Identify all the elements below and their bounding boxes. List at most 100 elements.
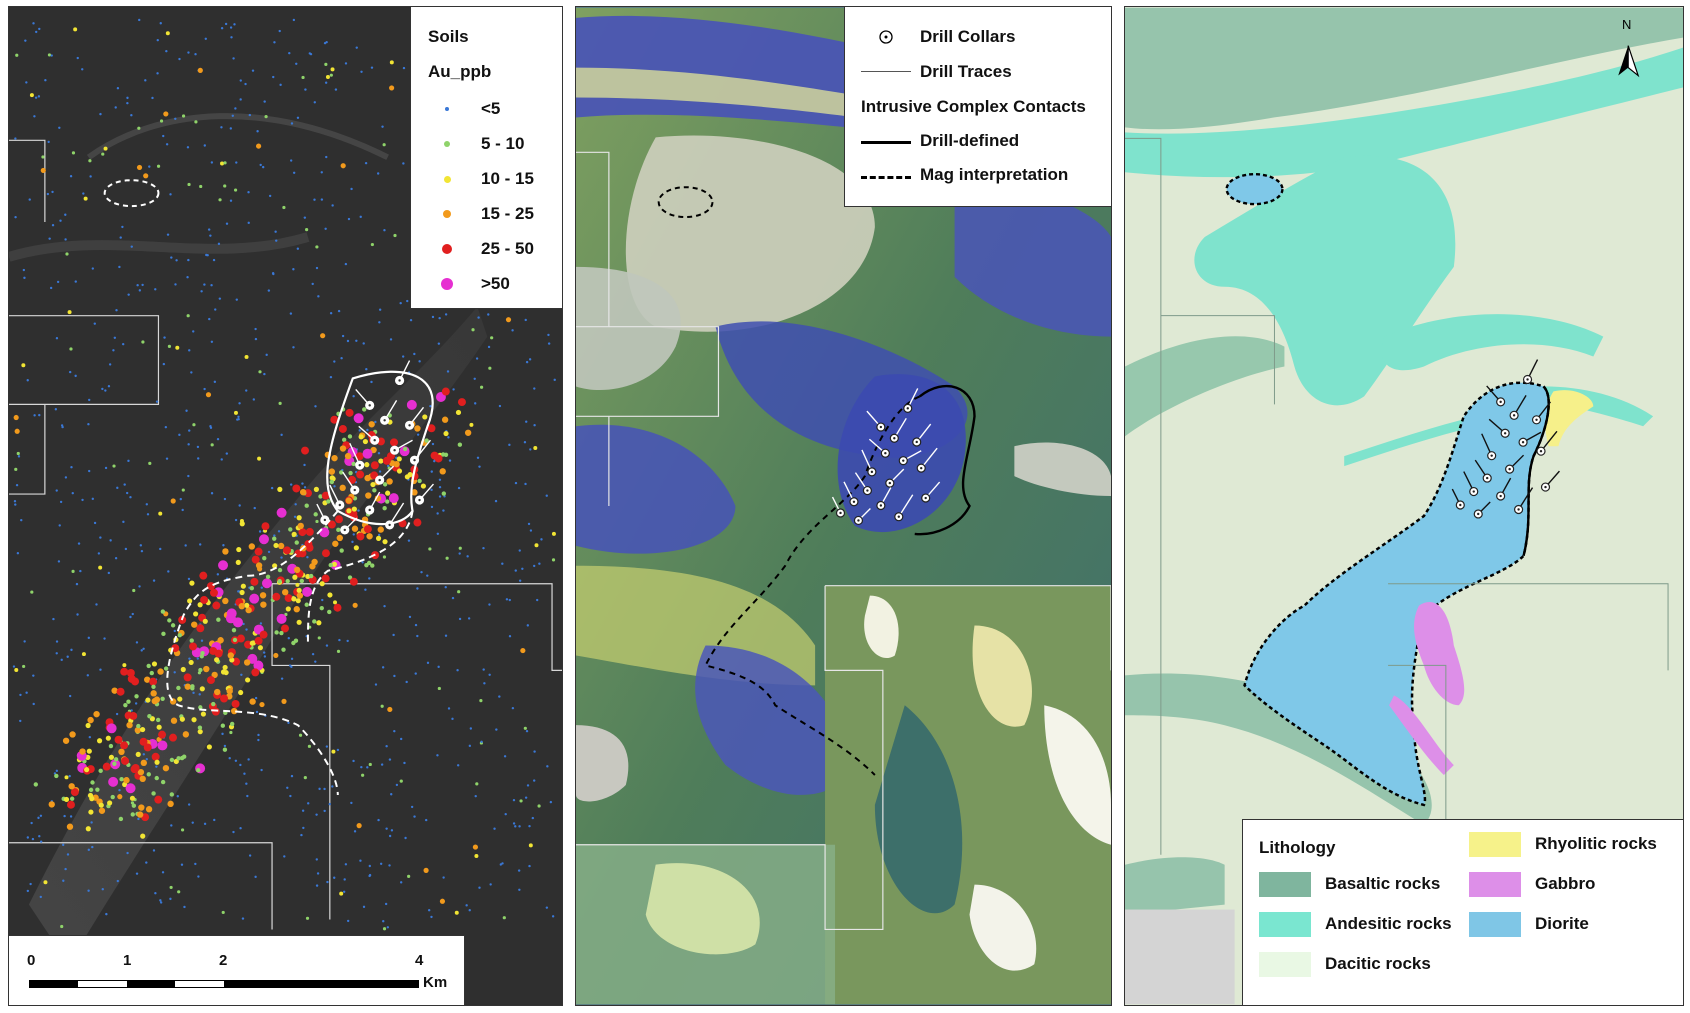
- soil-sample-point: [236, 546, 242, 553]
- soil-sample-point: [292, 171, 296, 175]
- soil-sample-point: [494, 499, 498, 503]
- soil-sample-point: [69, 796, 75, 801]
- soil-sample-point: [277, 567, 283, 573]
- soil-sample-point: [49, 286, 53, 290]
- soil-sample-point: [79, 569, 82, 573]
- soil-sample-point: [180, 863, 184, 866]
- soil-sample-point: [82, 192, 85, 195]
- soil-sample-point: [443, 430, 449, 437]
- soil-sample-point: [353, 545, 359, 551]
- soil-sample-point: [313, 512, 318, 517]
- mag-interpretation-symbol: [861, 176, 911, 179]
- soil-sample-point: [139, 775, 146, 783]
- soil-sample-point: [176, 795, 179, 798]
- soil-sample-point: [490, 336, 494, 340]
- soil-sample-point: [347, 217, 351, 221]
- soil-sample-point: [422, 414, 428, 420]
- soil-sample-point: [187, 598, 193, 604]
- soil-sample-point: [220, 161, 225, 166]
- soil-sample-point: [259, 622, 263, 625]
- soil-sample-point: [152, 579, 156, 582]
- soil-sample-point: [61, 425, 64, 429]
- soil-sample-point: [188, 349, 191, 352]
- soil-sample-point: [214, 308, 217, 311]
- soil-sample-point: [103, 146, 108, 151]
- soil-sample-point: [263, 100, 266, 103]
- soil-sample-point: [508, 598, 511, 602]
- soil-sample-point: [480, 740, 483, 744]
- soil-sample-point: [331, 454, 338, 462]
- soil-sample-point: [181, 508, 184, 512]
- soil-sample-point: [399, 779, 403, 783]
- soil-sample-point: [457, 398, 466, 407]
- soil-sample-point: [33, 414, 36, 417]
- soil-sample-point: [113, 336, 117, 340]
- soil-sample-point: [406, 399, 417, 410]
- soil-sample-point: [255, 710, 259, 714]
- soil-sample-point: [292, 574, 298, 580]
- soil-sample-point: [66, 853, 70, 856]
- soil-sample-point: [243, 659, 251, 666]
- drill-collar-center: [1526, 378, 1529, 381]
- soil-sample-point: [296, 587, 302, 593]
- soil-sample-point: [166, 233, 170, 236]
- soil-sample-point: [512, 822, 516, 825]
- soil-sample-point: [88, 469, 91, 473]
- soil-sample-point: [487, 345, 491, 349]
- soil-sample-point: [34, 96, 38, 99]
- soil-sample-point: [241, 917, 245, 920]
- soil-sample-point: [55, 652, 58, 655]
- soil-sample-point: [291, 531, 297, 537]
- soil-sample-point: [280, 556, 283, 559]
- soil-sample-point: [175, 259, 178, 262]
- soil-sample-point: [368, 421, 375, 428]
- soil-sample-point: [293, 515, 297, 518]
- soil-sample-point: [458, 617, 462, 621]
- drill-collar-center: [1503, 432, 1507, 435]
- soil-sample-point: [71, 491, 74, 495]
- soil-sample-point: [439, 898, 446, 904]
- soil-sample-point: [216, 617, 221, 622]
- soil-sample-point: [130, 812, 135, 817]
- soil-sample-point: [475, 782, 479, 786]
- soil-sample-point: [333, 485, 336, 488]
- soil-sample-point: [551, 915, 555, 918]
- soil-sample-point: [187, 577, 191, 581]
- soil-sample-point: [154, 892, 157, 895]
- soil-sample-point: [90, 780, 95, 785]
- soil-sample-point: [137, 126, 141, 130]
- drill-defined-symbol: [861, 141, 911, 144]
- soil-sample-point: [66, 655, 69, 658]
- soil-sample-point: [37, 95, 41, 98]
- soil-sample-point: [529, 448, 532, 451]
- drill-collar-center: [378, 478, 381, 482]
- soil-sample-point: [444, 313, 448, 316]
- soil-sample-point: [427, 909, 431, 912]
- soil-sample-point: [324, 62, 328, 66]
- soil-sample-point: [304, 88, 307, 91]
- soil-sample-point: [334, 88, 338, 91]
- lithology-legend-title: Lithology: [1259, 838, 1336, 857]
- soil-sample-point: [76, 56, 79, 60]
- soil-sample-point: [416, 634, 419, 638]
- soil-sample-point: [87, 423, 90, 426]
- soil-sample-point: [29, 882, 32, 886]
- soil-sample-point: [261, 165, 265, 169]
- soil-sample-point: [290, 774, 294, 778]
- soil-sample-point: [278, 401, 282, 405]
- soil-sample-point: [223, 497, 227, 501]
- soil-sample-point: [115, 712, 119, 716]
- soils-map-panel: Soils Au_ppb <5 5 - 10 10 - 15 15 - 25 25 - …: [8, 6, 563, 1006]
- soil-sample-point: [511, 706, 515, 710]
- soil-sample-point: [114, 557, 118, 560]
- soil-sample-point: [225, 452, 229, 455]
- soil-sample-point: [105, 912, 108, 916]
- soil-sample-point: [451, 596, 455, 600]
- soil-sample-point: [91, 497, 94, 501]
- soil-sample-point: [321, 549, 330, 558]
- lithology-swatch: [1469, 872, 1521, 897]
- soil-sample-point: [303, 216, 307, 219]
- soil-sample-point: [364, 462, 370, 468]
- soil-sample-point: [97, 552, 101, 555]
- soil-sample-point: [229, 127, 232, 130]
